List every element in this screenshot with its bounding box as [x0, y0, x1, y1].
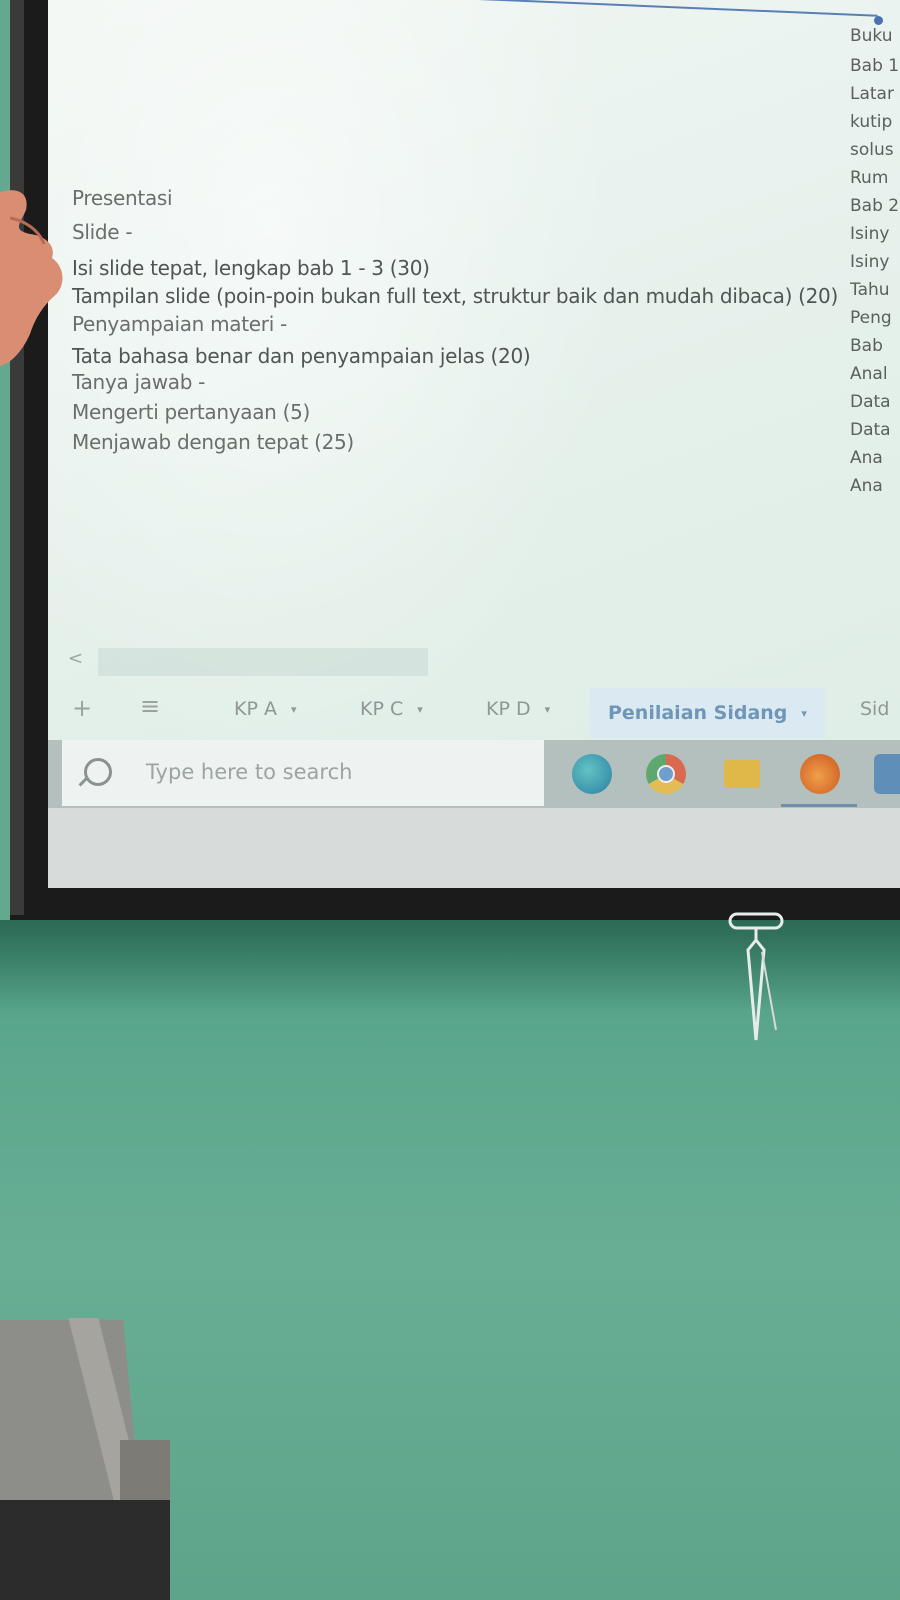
cell-tata-bahasa[interactable]: Tata bahasa benar dan penyampaian jelas … — [72, 344, 531, 368]
tab-label: KP A — [234, 698, 277, 720]
projector-screen-frame: Presentasi Slide - Isi slide tepat, leng… — [10, 0, 900, 920]
cell-isi-slide[interactable]: Isi slide tepat, lengkap bab 1 - 3 (30) — [72, 256, 430, 280]
tab-penilaian-sidang[interactable]: Penilaian Sidang ▾ — [590, 688, 825, 738]
projected-screen: Presentasi Slide - Isi slide tepat, leng… — [48, 0, 900, 888]
cell-right[interactable]: Isiny — [850, 252, 900, 272]
cell-slide[interactable]: Slide - — [72, 220, 133, 244]
search-placeholder[interactable]: Type here to search — [146, 760, 352, 784]
scrollbar-thumb[interactable] — [98, 648, 428, 676]
cell-tampilan-slide[interactable]: Tampilan slide (poin-poin bukan full tex… — [72, 284, 838, 308]
tab-kp-a[interactable]: KP A ▾ — [234, 698, 297, 720]
app-icon[interactable] — [874, 754, 900, 794]
cell-right[interactable]: Peng — [850, 308, 900, 328]
chevron-down-icon[interactable]: ▾ — [291, 703, 297, 716]
cell-right[interactable]: Data — [850, 420, 900, 440]
cell-right[interactable]: solus — [850, 140, 900, 160]
cell-right[interactable]: kutip — [850, 112, 900, 132]
taskbar-search-box[interactable]: Type here to search — [62, 740, 544, 806]
horizontal-scrollbar[interactable]: < — [68, 648, 448, 676]
cell-presentasi[interactable]: Presentasi — [72, 186, 173, 210]
all-sheets-menu-icon[interactable]: ≡ — [140, 692, 160, 720]
cell-right[interactable]: Bab 2 — [850, 196, 900, 216]
cell-right[interactable]: Bab 1 — [850, 56, 900, 76]
cell-right[interactable]: Data — [850, 392, 900, 412]
cell-right[interactable]: Isiny — [850, 224, 900, 244]
sheet-tab-bar: + ≡ KP A ▾ KP C ▾ KP D ▾ Penilaian Sidang ▾ … — [48, 688, 900, 738]
folder-icon[interactable] — [724, 760, 760, 788]
tab-kp-d[interactable]: KP D ▾ — [486, 698, 550, 720]
cell-mengerti-pertanyaan[interactable]: Mengerti pertanyaan (5) — [72, 400, 310, 424]
cell-right[interactable]: Bab — [850, 336, 900, 356]
chevron-down-icon[interactable]: ▾ — [417, 703, 423, 716]
search-icon — [84, 758, 112, 786]
cell-right[interactable]: Rum — [850, 168, 900, 188]
presenter-hand — [0, 190, 63, 366]
active-app-indicator — [781, 804, 857, 807]
chevron-down-icon[interactable]: ▾ — [801, 707, 807, 720]
firefox-icon[interactable] — [800, 754, 840, 794]
cell-right[interactable]: Tahu — [850, 280, 900, 300]
cell-right[interactable]: Ana — [850, 448, 900, 468]
chevron-down-icon[interactable]: ▾ — [545, 703, 551, 716]
tab-label: KP C — [360, 698, 404, 720]
screen-bottom-border — [48, 808, 900, 888]
tab-label: KP D — [486, 698, 531, 720]
chrome-icon[interactable] — [646, 754, 686, 794]
cell-right[interactable]: Latar — [850, 84, 900, 104]
cell-right[interactable]: Ana — [850, 476, 900, 496]
cell-menjawab-tepat[interactable]: Menjawab dengan tepat (25) — [72, 430, 354, 454]
windows-taskbar: Type here to search — [48, 740, 900, 808]
selection-handle[interactable] — [874, 16, 883, 25]
tab-sidang[interactable]: Sid — [860, 698, 889, 720]
add-sheet-icon[interactable]: + — [72, 694, 92, 722]
table-base — [0, 1500, 170, 1600]
cell-penyampaian-materi[interactable]: Penyampaian materi - — [72, 312, 287, 336]
tab-label: Penilaian Sidang — [608, 702, 788, 724]
tab-kp-c[interactable]: KP C ▾ — [360, 698, 423, 720]
scroll-left-icon[interactable]: < — [68, 648, 83, 669]
cell-right[interactable]: Buku — [850, 26, 900, 46]
tab-label: Sid — [860, 698, 890, 720]
cell-tanya-jawab[interactable]: Tanya jawab - — [72, 370, 205, 394]
screen-pull-hook — [728, 912, 784, 1041]
frame-edge — [10, 0, 24, 915]
cell-right[interactable]: Anal — [850, 364, 900, 384]
edge-icon[interactable] — [572, 754, 612, 794]
